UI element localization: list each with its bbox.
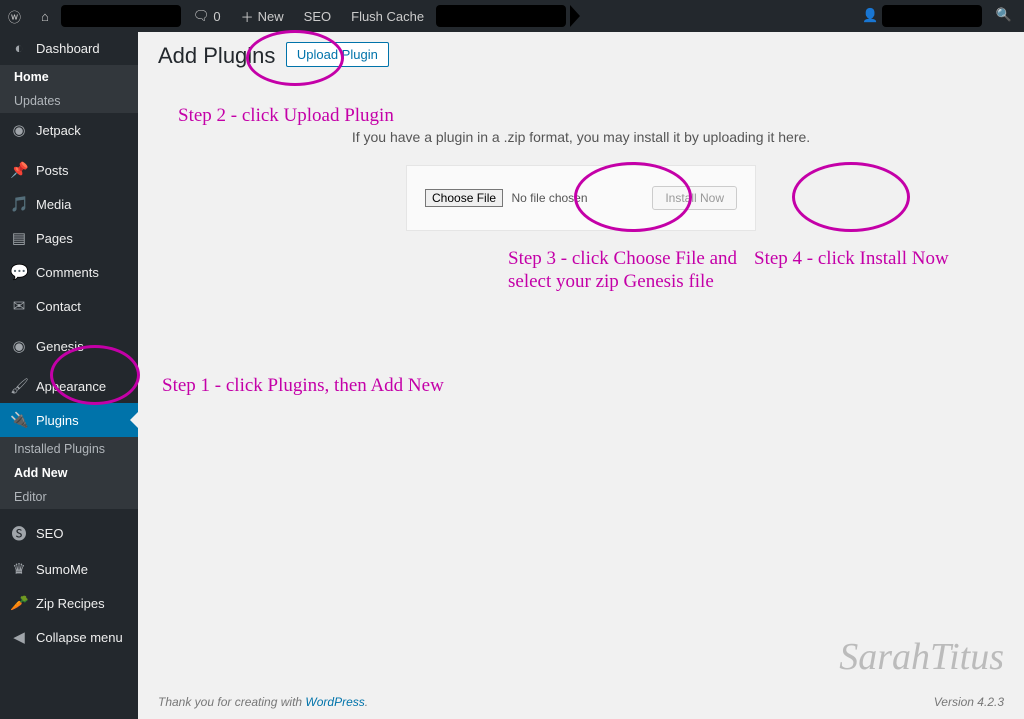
menu-pages[interactable]: ▤Pages: [0, 221, 138, 255]
user-redacted: [882, 5, 982, 27]
menu-collapse[interactable]: ◀Collapse menu: [0, 620, 138, 654]
footer-thanks: Thank you for creating with WordPress.: [158, 695, 368, 709]
submenu-add-new[interactable]: Add New: [0, 461, 138, 485]
genesis-icon: ◉: [10, 337, 28, 355]
new-content[interactable]: ＋ New: [233, 0, 292, 32]
upload-form: Choose File No file chosen Install Now: [406, 165, 756, 231]
crown-icon: ♛: [10, 560, 28, 578]
submenu-updates[interactable]: Updates: [0, 89, 138, 113]
admin-bar: ⓦ ⌂ 🗨 0 ＋ New SEO Flush Cache 👤 🔍: [0, 0, 1024, 32]
redacted-bar-item: [436, 5, 566, 27]
comments-bubble[interactable]: 🗨 0: [185, 0, 229, 32]
mail-icon: ✉: [10, 297, 28, 315]
menu-media[interactable]: 🎵Media: [0, 187, 138, 221]
menu-jetpack[interactable]: ◉Jetpack: [0, 113, 138, 147]
footer-wp-link[interactable]: WordPress: [305, 695, 364, 709]
user-icon[interactable]: 👤: [862, 7, 878, 22]
pin-icon: 📌: [10, 161, 28, 179]
menu-ziprecipes[interactable]: 🥕Zip Recipes: [0, 586, 138, 620]
home-icon[interactable]: ⌂: [33, 0, 57, 32]
menu-genesis[interactable]: ◉Genesis: [0, 329, 138, 363]
site-name-redacted: [61, 5, 181, 27]
page-title: Add Plugins: [158, 43, 275, 69]
upload-plugin-button[interactable]: Upload Plugin: [286, 42, 389, 67]
seo-icon: 🅢: [10, 523, 28, 544]
upload-instructions: If you have a plugin in a .zip format, y…: [158, 129, 1004, 145]
menu-contact[interactable]: ✉Contact: [0, 289, 138, 323]
menu-posts[interactable]: 📌Posts: [0, 153, 138, 187]
jetpack-icon: ◉: [10, 121, 28, 139]
plugin-icon: 🔌: [10, 411, 28, 429]
adminbar-right: 👤 🔍: [862, 5, 1024, 27]
wp-logo-icon[interactable]: ⓦ: [0, 0, 29, 32]
page-icon: ▤: [10, 229, 28, 247]
choose-file-button[interactable]: Choose File: [425, 189, 503, 207]
submenu-home[interactable]: Home: [0, 65, 138, 89]
menu-comments[interactable]: 💬Comments: [0, 255, 138, 289]
seo-menu[interactable]: SEO: [296, 0, 339, 32]
comment-icon: 💬: [10, 263, 28, 281]
menu-appearance[interactable]: 🖌Appearance: [0, 369, 138, 403]
brush-icon: 🖌: [10, 377, 28, 395]
carrot-icon: 🥕: [10, 594, 28, 612]
footer-version: Version 4.2.3: [934, 695, 1004, 709]
submenu-installed-plugins[interactable]: Installed Plugins: [0, 437, 138, 461]
menu-dashboard[interactable]: ◐Dashboard: [0, 32, 138, 65]
submenu-editor[interactable]: Editor: [0, 485, 138, 509]
menu-plugins[interactable]: 🔌Plugins: [0, 403, 138, 437]
menu-sumome[interactable]: ♛SumoMe: [0, 552, 138, 586]
flush-cache[interactable]: Flush Cache: [343, 0, 432, 32]
main-content: Add Plugins Upload Plugin If you have a …: [138, 32, 1024, 719]
install-now-button[interactable]: Install Now: [652, 186, 737, 210]
collapse-icon: ◀: [10, 628, 28, 646]
no-file-label: No file chosen: [511, 191, 587, 205]
comments-count: 0: [213, 9, 220, 24]
media-icon: 🎵: [10, 195, 28, 213]
menu-seo[interactable]: 🅢SEO: [0, 515, 138, 552]
search-icon[interactable]: 🔍: [996, 7, 1012, 22]
dashboard-icon: ◐: [10, 40, 28, 57]
admin-sidebar: ◐Dashboard Home Updates ◉Jetpack 📌Posts …: [0, 32, 138, 719]
footer: Thank you for creating with WordPress. V…: [138, 685, 1024, 719]
